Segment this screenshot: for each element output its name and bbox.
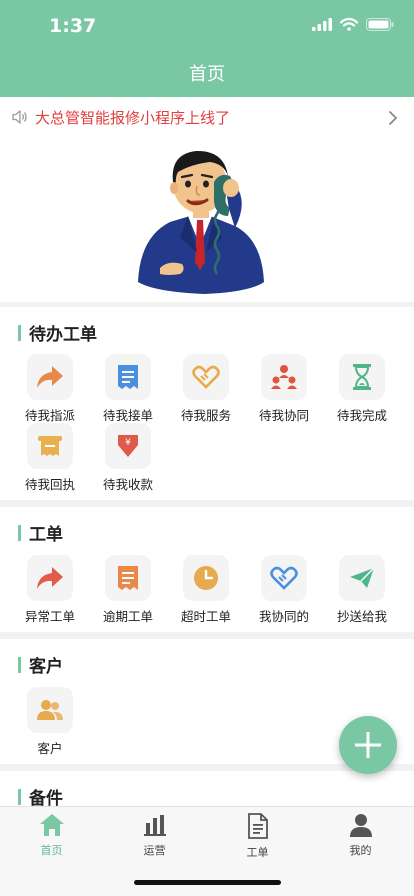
section-title: 客户: [18, 652, 63, 677]
tab-orders[interactable]: 工单: [206, 813, 309, 860]
speaker-icon: [12, 110, 27, 124]
add-button[interactable]: [339, 716, 397, 774]
tab-mine[interactable]: 我的: [309, 813, 412, 858]
user-icon: [349, 814, 372, 837]
grid-item-to-collaborate[interactable]: 待我协同: [245, 354, 323, 424]
grid-item-overdue-orders[interactable]: 逾期工单: [89, 555, 167, 625]
section-title-text: 工单: [29, 525, 63, 545]
grid-item-to-complete[interactable]: 待我完成: [323, 354, 401, 424]
grid-item-to-accept[interactable]: 待我接单: [89, 354, 167, 424]
section-title-text: 客户: [29, 657, 63, 677]
bar-chart-icon: [143, 815, 166, 836]
clock-icon: [194, 566, 218, 590]
notice-bar[interactable]: 大总管智能报修小程序上线了: [0, 97, 414, 139]
grid-item-cc-to-me[interactable]: 抄送给我: [323, 555, 401, 625]
section-title: 待办工单: [18, 320, 97, 345]
parts-section: 备件: [0, 771, 414, 811]
grid-item-to-assign[interactable]: 待我指派: [11, 354, 89, 424]
handshake-icon: [270, 566, 298, 590]
status-time: 1:37: [49, 15, 97, 37]
tab-home[interactable]: 首页: [0, 813, 103, 858]
handshake-icon: [192, 365, 220, 389]
grid-item-to-serve[interactable]: 待我服务: [167, 354, 245, 424]
yen-shield-icon: ¥: [118, 435, 138, 457]
section-title-text: 待办工单: [29, 325, 97, 345]
status-bar: 1:37: [0, 0, 414, 52]
header: 1:37 首页: [0, 0, 414, 97]
section-accent-bar: [18, 324, 21, 341]
battery-icon: [366, 18, 394, 31]
forward-arrow-icon: [37, 567, 63, 589]
pending-orders-section: 待办工单 待我指派 待我接单 待我服务 待我协同 待我完成 待我回执 ¥ 待我收…: [0, 307, 414, 500]
bill-icon: [118, 566, 138, 590]
receipt-icon: [118, 365, 138, 389]
plus-icon: [355, 732, 381, 758]
grid-item-customers[interactable]: 客户: [11, 687, 89, 757]
chevron-right-icon: [389, 111, 398, 125]
team-icon: [271, 365, 297, 389]
banner: [0, 139, 414, 302]
forward-arrow-icon: [37, 366, 63, 388]
grid-item-my-collaborations[interactable]: 我协同的: [245, 555, 323, 625]
grid-item-to-receipt[interactable]: 待我回执: [11, 423, 89, 493]
wifi-icon: [340, 18, 358, 31]
paper-plane-icon: [350, 567, 375, 588]
page-title: 首页: [189, 64, 225, 85]
receipt-paper-icon: [38, 436, 62, 456]
section-accent-bar: [18, 524, 21, 541]
signal-icon: [312, 18, 332, 31]
tab-operations[interactable]: 运营: [103, 813, 206, 858]
grid-item-timeout-orders[interactable]: 超时工单: [167, 555, 245, 625]
home-indicator: [134, 880, 281, 885]
section-accent-bar: [18, 788, 21, 805]
users-icon: [37, 700, 63, 720]
notice-text: 大总管智能报修小程序上线了: [35, 109, 231, 127]
svg-text:¥: ¥: [125, 438, 131, 448]
grid-item-to-collect[interactable]: ¥ 待我收款: [89, 423, 167, 493]
section-accent-bar: [18, 656, 21, 673]
hourglass-icon: [353, 364, 371, 390]
orders-section: 工单 异常工单 逾期工单 超时工单 我协同的 抄送给我: [0, 507, 414, 632]
status-icons: [312, 18, 394, 31]
document-icon: [247, 813, 268, 839]
businessman-phone-illustration: [138, 150, 264, 294]
section-title: 工单: [18, 520, 63, 545]
grid-item-abnormal-orders[interactable]: 异常工单: [11, 555, 89, 625]
home-icon: [39, 814, 64, 836]
